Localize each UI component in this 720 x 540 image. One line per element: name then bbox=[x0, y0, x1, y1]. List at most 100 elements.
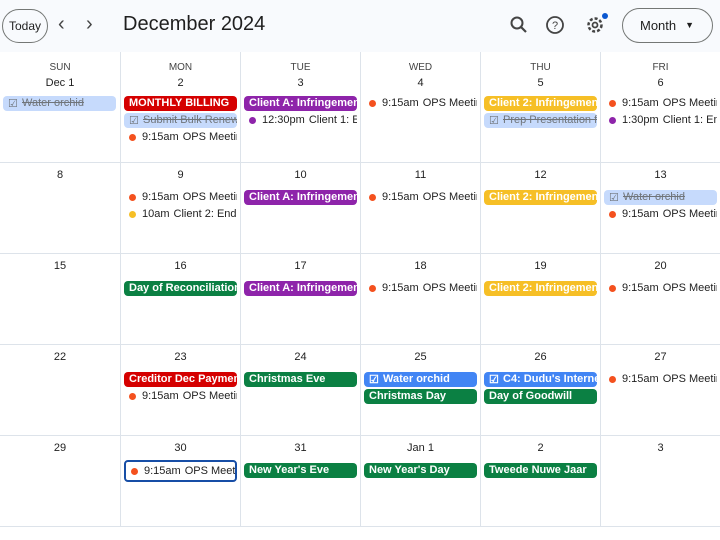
day-cell[interactable]: 23 Creditor Dec Payments 9:15amOPS Meeting bbox=[120, 344, 240, 435]
day-cell[interactable]: 10 Client A: Infringement I bbox=[240, 162, 360, 253]
date-number[interactable]: 5 bbox=[481, 77, 600, 89]
event-chip[interactable]: Tweede Nuwe Jaar bbox=[484, 463, 597, 478]
date-number[interactable]: 25 bbox=[361, 351, 480, 363]
day-cell[interactable]: Jan 1 New Year's Day bbox=[360, 435, 480, 527]
event-chip[interactable]: Creditor Dec Payments bbox=[124, 372, 237, 387]
event-item[interactable]: 9:15amOPS Meeting bbox=[604, 96, 717, 111]
date-number[interactable]: 17 bbox=[241, 260, 360, 272]
event-chip[interactable]: Client A: Infringement I bbox=[244, 281, 357, 296]
event-item[interactable]: 9:15amOPS Meeting bbox=[604, 207, 717, 222]
date-number[interactable]: 20 bbox=[601, 260, 720, 272]
date-number[interactable]: 24 bbox=[241, 351, 360, 363]
day-cell[interactable]: 22 bbox=[0, 344, 120, 435]
task-chip[interactable]: ☑ Water orchid bbox=[364, 372, 477, 387]
date-number[interactable]: 3 bbox=[241, 77, 360, 89]
task-chip[interactable]: ☑ Submit Bulk Renewals bbox=[124, 113, 237, 128]
event-item[interactable]: 9:15amOPS Meeting bbox=[364, 96, 477, 111]
day-cell[interactable]: 19 Client 2: Infringement I bbox=[480, 253, 600, 344]
event-chip[interactable]: New Year's Day bbox=[364, 463, 477, 478]
task-chip[interactable]: ☑ Water orchid bbox=[3, 96, 116, 111]
event-chip[interactable]: Client 2: Infringement I bbox=[484, 96, 597, 111]
day-cell[interactable]: MON 2 MONTHLY BILLING ☑ Submit Bulk Renewals… bbox=[120, 52, 240, 162]
day-cell[interactable]: 16 Day of Reconciliation bbox=[120, 253, 240, 344]
date-number[interactable]: 10 bbox=[241, 169, 360, 181]
day-cell[interactable]: 13 ☑ Water orchid 9:15amOPS Meeting bbox=[600, 162, 720, 253]
day-cell[interactable]: 3 bbox=[600, 435, 720, 527]
date-number[interactable]: 16 bbox=[121, 260, 240, 272]
date-number[interactable]: 6 bbox=[601, 77, 720, 89]
date-number[interactable]: 31 bbox=[241, 442, 360, 454]
task-chip[interactable]: ☑ Prep Presentation fc bbox=[484, 113, 597, 128]
view-selector[interactable]: Month ▼ bbox=[622, 8, 713, 43]
event-chip[interactable]: Client 2: Infringement I bbox=[484, 281, 597, 296]
search-icon[interactable] bbox=[508, 14, 530, 36]
day-cell[interactable]: THU 5 Client 2: Infringement I ☑ Prep Presen… bbox=[480, 52, 600, 162]
day-cell[interactable]: 25 ☑ Water orchid Christmas Day bbox=[360, 344, 480, 435]
event-item[interactable]: 1:30pmClient 1: End bbox=[604, 113, 717, 128]
day-cell[interactable]: 27 9:15amOPS Meeting bbox=[600, 344, 720, 435]
event-item[interactable]: 9:15amOPS Meeting bbox=[124, 389, 237, 404]
date-number[interactable]: 11 bbox=[361, 169, 480, 181]
day-cell[interactable]: SUN Dec 1 ☑ Water orchid bbox=[0, 52, 120, 162]
day-cell[interactable]: WED 4 9:15amOPS Meeting bbox=[360, 52, 480, 162]
day-cell[interactable]: 20 9:15amOPS Meeting bbox=[600, 253, 720, 344]
date-number[interactable]: 15 bbox=[0, 260, 120, 272]
event-chip[interactable]: Christmas Eve bbox=[244, 372, 357, 387]
day-cell[interactable]: 15 bbox=[0, 253, 120, 344]
date-number[interactable]: 19 bbox=[481, 260, 600, 272]
date-number[interactable]: 18 bbox=[361, 260, 480, 272]
date-number[interactable]: 12 bbox=[481, 169, 600, 181]
day-cell[interactable]: 8 bbox=[0, 162, 120, 253]
event-item[interactable]: 9:15amOPS Meeting bbox=[124, 460, 237, 482]
event-item[interactable]: 9:15amOPS Meeting bbox=[364, 281, 477, 296]
date-number[interactable]: 8 bbox=[0, 169, 120, 181]
date-number[interactable]: 4 bbox=[361, 77, 480, 89]
date-number[interactable]: Jan 1 bbox=[361, 442, 480, 454]
day-cell[interactable]: 26 ☑ C4: Dudu's Internet Day of Goodwill bbox=[480, 344, 600, 435]
date-number[interactable]: 27 bbox=[601, 351, 720, 363]
event-chip[interactable]: Christmas Day bbox=[364, 389, 477, 404]
event-chip[interactable]: Day of Goodwill bbox=[484, 389, 597, 404]
date-number[interactable]: 30 bbox=[121, 442, 240, 454]
event-chip[interactable]: Client A: Infringement I bbox=[244, 190, 357, 205]
date-number[interactable]: Dec 1 bbox=[0, 77, 120, 89]
event-item[interactable]: 9:15amOPS Meeting bbox=[124, 190, 237, 205]
event-item[interactable]: 10amClient 2: End o bbox=[124, 207, 237, 222]
date-number[interactable]: 26 bbox=[481, 351, 600, 363]
date-number[interactable]: 2 bbox=[121, 77, 240, 89]
date-number[interactable]: 23 bbox=[121, 351, 240, 363]
date-number[interactable]: 22 bbox=[0, 351, 120, 363]
event-chip[interactable]: New Year's Eve bbox=[244, 463, 357, 478]
day-cell[interactable]: 17 Client A: Infringement I bbox=[240, 253, 360, 344]
day-cell[interactable]: 2 Tweede Nuwe Jaar bbox=[480, 435, 600, 527]
prev-month-button[interactable]: ‹ bbox=[58, 13, 65, 36]
event-chip[interactable]: MONTHLY BILLING bbox=[124, 96, 237, 111]
day-cell[interactable]: 24 Christmas Eve bbox=[240, 344, 360, 435]
event-item[interactable]: 9:15amOPS Meeting bbox=[364, 190, 477, 205]
day-cell[interactable]: TUE 3 Client A: Infringement I 12:30pmClien… bbox=[240, 52, 360, 162]
day-cell[interactable]: 12 Client 2: Infringement I bbox=[480, 162, 600, 253]
day-cell[interactable]: FRI69:15amOPS Meeting1:30pmClient 1: End bbox=[600, 52, 720, 162]
date-number[interactable]: 9 bbox=[121, 169, 240, 181]
task-chip[interactable]: ☑ C4: Dudu's Internet bbox=[484, 372, 597, 387]
day-cell[interactable]: 11 9:15amOPS Meeting bbox=[360, 162, 480, 253]
next-month-button[interactable]: › bbox=[86, 13, 93, 36]
event-item[interactable]: 9:15amOPS Meeting bbox=[604, 281, 717, 296]
event-item[interactable]: 9:15amOPS Meeting bbox=[604, 372, 717, 387]
date-number[interactable]: 2 bbox=[481, 442, 600, 454]
event-chip[interactable]: Client 2: Infringement I bbox=[484, 190, 597, 205]
event-chip[interactable]: Day of Reconciliation bbox=[124, 281, 237, 296]
day-cell[interactable]: 9 9:15amOPS Meeting 10amClient 2: End o bbox=[120, 162, 240, 253]
date-number[interactable]: 3 bbox=[601, 442, 720, 454]
help-icon[interactable]: ? bbox=[544, 14, 566, 36]
date-number[interactable]: 13 bbox=[601, 169, 720, 181]
day-cell[interactable]: 18 9:15amOPS Meeting bbox=[360, 253, 480, 344]
day-cell[interactable]: 31 New Year's Eve bbox=[240, 435, 360, 527]
today-button[interactable]: Today bbox=[2, 9, 48, 43]
event-item[interactable]: 12:30pmClient 1: End bbox=[244, 113, 357, 128]
event-chip[interactable]: Client A: Infringement I bbox=[244, 96, 357, 111]
day-cell[interactable]: 30 9:15amOPS Meeting bbox=[120, 435, 240, 527]
task-chip[interactable]: ☑ Water orchid bbox=[604, 190, 717, 205]
day-cell[interactable]: 29 bbox=[0, 435, 120, 527]
date-number[interactable]: 29 bbox=[0, 442, 120, 454]
